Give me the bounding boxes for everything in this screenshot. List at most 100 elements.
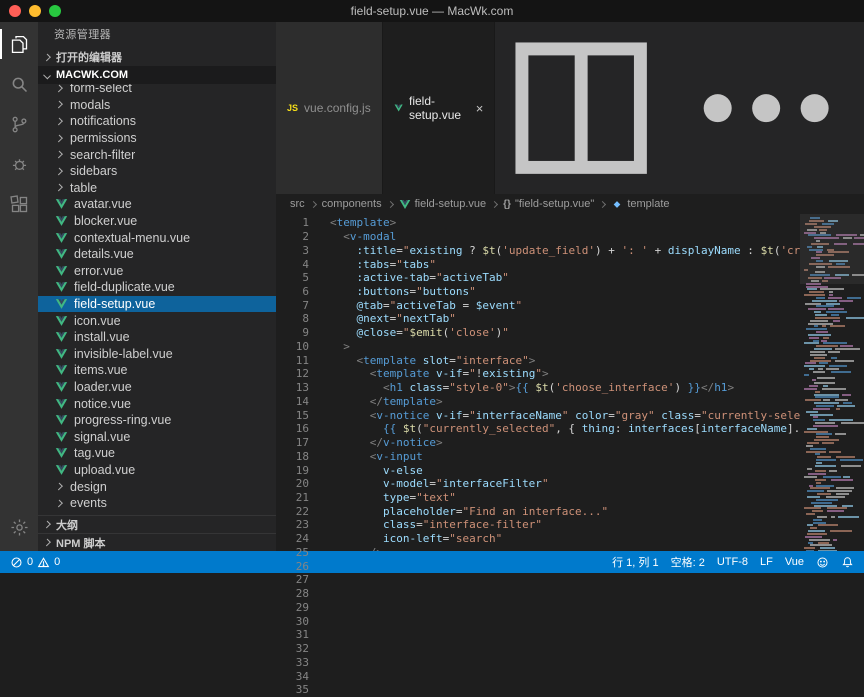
activity-bar-bottom (0, 507, 38, 547)
tree-item-details.vue[interactable]: details.vue (38, 246, 276, 263)
project-header[interactable]: MACWK.COM (38, 66, 276, 84)
minimap-slider[interactable] (800, 214, 864, 284)
tree-item-tag.vue[interactable]: tag.vue (38, 445, 276, 462)
tree-item-notifications[interactable]: notifications (38, 113, 276, 130)
tree-item-field-setup.vue[interactable]: field-setup.vue (38, 296, 276, 313)
activity-extensions[interactable] (0, 184, 38, 224)
tab-vue.config.js[interactable]: JSvue.config.js (276, 22, 383, 194)
tree-item-install.vue[interactable]: install.vue (38, 329, 276, 346)
tree-item-icon.vue[interactable]: icon.vue (38, 312, 276, 329)
eol[interactable]: LF (760, 556, 773, 568)
tree-item-avatar.vue[interactable]: avatar.vue (38, 196, 276, 213)
minimize-window-button[interactable] (29, 5, 41, 17)
breadcrumb-label: template (627, 198, 669, 210)
line-number: 34 (276, 670, 309, 684)
activity-search[interactable] (0, 64, 38, 104)
language-mode[interactable]: Vue (785, 556, 804, 568)
tree-item-notice.vue[interactable]: notice.vue (38, 395, 276, 412)
line-number: 19 (276, 464, 309, 478)
outline-header[interactable]: 大纲 (38, 515, 276, 533)
breadcrumbs: src components field-setup.vue {}"field-set… (276, 194, 864, 214)
code-line: placeholder="Find an interface..." (330, 505, 800, 519)
breadcrumb-item[interactable]: components (322, 198, 382, 210)
tree-item-events[interactable]: events (38, 495, 276, 512)
tree-item-contextual-menu.vue[interactable]: contextual-menu.vue (38, 229, 276, 246)
split-editor-button[interactable] (495, 22, 667, 194)
more-actions-button[interactable] (680, 22, 852, 194)
breadcrumb-item[interactable]: field-setup.vue (399, 198, 487, 210)
code-line: @next="nextTab" (330, 312, 800, 326)
activity-bar-items (0, 24, 38, 224)
js-icon: JS (287, 103, 298, 113)
tree-item-signal.vue[interactable]: signal.vue (38, 428, 276, 445)
code-lines[interactable]: <template> <v-modal :title="existing ? $… (316, 214, 800, 551)
vue-file-icon (55, 298, 68, 310)
indentation[interactable]: 空格: 2 (671, 554, 705, 570)
tree-item-modals[interactable]: modals (38, 97, 276, 114)
breadcrumb-item[interactable]: template (611, 198, 669, 210)
tree-item-label: loader.vue (74, 380, 132, 394)
feedback-smiley[interactable] (816, 556, 829, 569)
tree-item-sidebars[interactable]: sidebars (38, 163, 276, 180)
tree-item-invisible-label.vue[interactable]: invisible-label.vue (38, 346, 276, 363)
tree-item-blocker.vue[interactable]: blocker.vue (38, 213, 276, 230)
tree-item-error.vue[interactable]: error.vue (38, 263, 276, 280)
breadcrumb-label: field-setup.vue (415, 198, 487, 210)
tab-field-setup.vue[interactable]: field-setup.vue× (383, 22, 496, 194)
warnings-icon (37, 556, 50, 569)
status-bar: 0 0 行 1, 列 1 空格: 2 UTF-8 LF Vue (0, 551, 864, 573)
line-number: 13 (276, 381, 309, 395)
code-area[interactable]: 1234567891011121314151617181920212223242… (276, 214, 864, 551)
tree-item-items.vue[interactable]: items.vue (38, 362, 276, 379)
chevron-right-icon (43, 521, 51, 529)
code-line: @close="$emit('close')" (330, 326, 800, 340)
tree-item-label: progress-ring.vue (74, 413, 171, 427)
code-line: <template> (330, 216, 800, 230)
code-line: <template v-if="!existing"> (330, 367, 800, 381)
tree-item-label: tag.vue (74, 446, 115, 460)
bell-icon (841, 556, 854, 569)
chevron-right-icon (55, 184, 63, 192)
error-count: 0 (27, 556, 33, 568)
ellipsis-icon (680, 22, 852, 194)
tree-item-upload.vue[interactable]: upload.vue (38, 462, 276, 479)
activity-explorer[interactable] (0, 24, 38, 64)
line-number: 10 (276, 340, 309, 354)
close-window-button[interactable] (9, 5, 21, 17)
zoom-window-button[interactable] (49, 5, 61, 17)
notifications-bell[interactable] (841, 556, 854, 569)
tree-item-form-select[interactable]: form-select (38, 84, 276, 97)
tree-item-label: form-select (70, 84, 132, 95)
tree-item-label: details.vue (74, 247, 134, 261)
tree-item-progress-ring.vue[interactable]: progress-ring.vue (38, 412, 276, 429)
tree-item-table[interactable]: table (38, 180, 276, 197)
tree-item-field-duplicate.vue[interactable]: field-duplicate.vue (38, 279, 276, 296)
tree-item-permissions[interactable]: permissions (38, 130, 276, 147)
chevron-right-icon (43, 539, 51, 547)
breadcrumb-item[interactable]: {}"field-setup.vue" (503, 198, 594, 210)
vue-file-icon (55, 414, 68, 426)
npm-scripts-header[interactable]: NPM 脚本 (38, 533, 276, 551)
symbol-template-icon (611, 199, 623, 210)
close-tab-button[interactable]: × (476, 102, 484, 115)
editor-actions (495, 22, 864, 194)
tree-item-loader.vue[interactable]: loader.vue (38, 379, 276, 396)
encoding[interactable]: UTF-8 (717, 556, 748, 568)
vue-file-icon (55, 364, 68, 376)
tree-item-design[interactable]: design (38, 478, 276, 495)
sidebar-title: 资源管理器 (38, 22, 276, 48)
code-line: <template slot="interface"> (330, 354, 800, 368)
breadcrumb-label: src (290, 198, 305, 210)
activity-settings[interactable] (0, 507, 38, 547)
cursor-position[interactable]: 行 1, 列 1 (612, 554, 658, 570)
activity-source-control[interactable] (0, 104, 38, 144)
breadcrumb-item[interactable]: src (290, 198, 305, 210)
minimap[interactable] (800, 214, 864, 551)
problems-status[interactable]: 0 0 (10, 556, 60, 569)
tree-item-search-filter[interactable]: search-filter (38, 146, 276, 163)
open-editors-header[interactable]: 打开的编辑器 (38, 48, 276, 66)
tree-item-label: search-filter (70, 148, 135, 162)
activity-debug[interactable] (0, 144, 38, 184)
activity-bar (0, 22, 38, 551)
code-line: <v-input (330, 450, 800, 464)
